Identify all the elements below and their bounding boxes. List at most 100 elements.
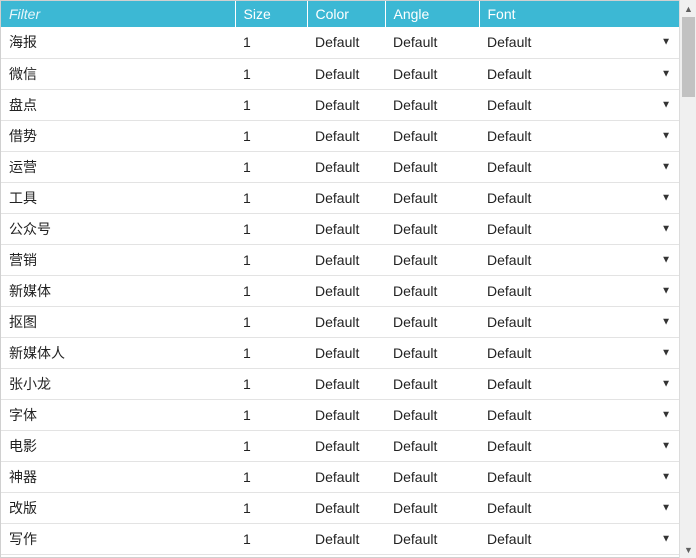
size-cell[interactable]: 1: [235, 368, 307, 399]
table-row[interactable]: 盘点1DefaultDefaultDefault▼: [1, 89, 679, 120]
table-row[interactable]: 工具1DefaultDefaultDefault▼: [1, 182, 679, 213]
term-cell[interactable]: 张小龙: [1, 368, 235, 399]
size-cell[interactable]: 1: [235, 182, 307, 213]
font-cell[interactable]: Default▼: [479, 244, 679, 275]
size-cell[interactable]: 1: [235, 337, 307, 368]
size-cell[interactable]: 1: [235, 492, 307, 523]
font-cell[interactable]: Default▼: [479, 89, 679, 120]
term-cell[interactable]: 海报: [1, 27, 235, 58]
scroll-down-arrow-icon[interactable]: ▼: [680, 541, 696, 558]
term-cell[interactable]: 电影: [1, 430, 235, 461]
angle-cell[interactable]: Default: [385, 492, 479, 523]
color-cell[interactable]: Default: [307, 337, 385, 368]
term-cell[interactable]: 字体: [1, 399, 235, 430]
table-row[interactable]: 微信1DefaultDefaultDefault▼: [1, 58, 679, 89]
chevron-down-icon[interactable]: ▼: [661, 161, 671, 172]
data-grid[interactable]: Size Color Angle Font 海报1DefaultDefaultD…: [0, 0, 679, 558]
size-cell[interactable]: 1: [235, 89, 307, 120]
chevron-down-icon[interactable]: ▼: [661, 316, 671, 327]
chevron-down-icon[interactable]: ▼: [661, 130, 671, 141]
color-cell[interactable]: Default: [307, 523, 385, 554]
size-cell[interactable]: 1: [235, 523, 307, 554]
table-row[interactable]: 改版1DefaultDefaultDefault▼: [1, 492, 679, 523]
size-cell[interactable]: 1: [235, 58, 307, 89]
angle-header[interactable]: Angle: [385, 1, 479, 27]
table-row[interactable]: 运营1DefaultDefaultDefault▼: [1, 151, 679, 182]
table-row[interactable]: 抠图1DefaultDefaultDefault▼: [1, 306, 679, 337]
color-cell[interactable]: Default: [307, 275, 385, 306]
size-cell[interactable]: 1: [235, 244, 307, 275]
font-cell[interactable]: Default▼: [479, 151, 679, 182]
size-cell[interactable]: 1: [235, 275, 307, 306]
angle-cell[interactable]: Default: [385, 461, 479, 492]
color-cell[interactable]: Default: [307, 244, 385, 275]
term-cell[interactable]: 盘点: [1, 89, 235, 120]
font-cell[interactable]: Default▼: [479, 461, 679, 492]
table-row[interactable]: 借势1DefaultDefaultDefault▼: [1, 120, 679, 151]
angle-cell[interactable]: Default: [385, 151, 479, 182]
size-cell[interactable]: 1: [235, 120, 307, 151]
font-cell[interactable]: Default▼: [479, 337, 679, 368]
color-cell[interactable]: Default: [307, 492, 385, 523]
font-cell[interactable]: Default▼: [479, 58, 679, 89]
chevron-down-icon[interactable]: ▼: [661, 68, 671, 79]
angle-cell[interactable]: Default: [385, 58, 479, 89]
angle-cell[interactable]: Default: [385, 337, 479, 368]
color-cell[interactable]: Default: [307, 89, 385, 120]
chevron-down-icon[interactable]: ▼: [661, 223, 671, 234]
font-cell[interactable]: Default▼: [479, 492, 679, 523]
term-cell[interactable]: 借势: [1, 120, 235, 151]
size-cell[interactable]: 1: [235, 430, 307, 461]
vertical-scrollbar[interactable]: ▲ ▼: [679, 0, 696, 558]
angle-cell[interactable]: Default: [385, 244, 479, 275]
scroll-thumb[interactable]: [682, 17, 695, 97]
table-row[interactable]: 张小龙1DefaultDefaultDefault▼: [1, 368, 679, 399]
angle-cell[interactable]: Default: [385, 399, 479, 430]
chevron-down-icon[interactable]: ▼: [661, 502, 671, 513]
angle-cell[interactable]: Default: [385, 27, 479, 58]
chevron-down-icon[interactable]: ▼: [661, 254, 671, 265]
table-row[interactable]: 营销1DefaultDefaultDefault▼: [1, 244, 679, 275]
color-cell[interactable]: Default: [307, 182, 385, 213]
chevron-down-icon[interactable]: ▼: [661, 440, 671, 451]
size-cell[interactable]: 1: [235, 27, 307, 58]
table-row[interactable]: 公众号1DefaultDefaultDefault▼: [1, 213, 679, 244]
angle-cell[interactable]: Default: [385, 120, 479, 151]
size-cell[interactable]: 1: [235, 461, 307, 492]
chevron-down-icon[interactable]: ▼: [661, 378, 671, 389]
table-row[interactable]: 写作1DefaultDefaultDefault▼: [1, 523, 679, 554]
term-cell[interactable]: 运营: [1, 151, 235, 182]
font-cell[interactable]: Default▼: [479, 523, 679, 554]
chevron-down-icon[interactable]: ▼: [661, 285, 671, 296]
size-cell[interactable]: 1: [235, 213, 307, 244]
scroll-up-arrow-icon[interactable]: ▲: [680, 0, 696, 17]
font-header[interactable]: Font: [479, 1, 679, 27]
term-cell[interactable]: 新媒体: [1, 275, 235, 306]
color-cell[interactable]: Default: [307, 27, 385, 58]
angle-cell[interactable]: Default: [385, 182, 479, 213]
term-cell[interactable]: 微信: [1, 58, 235, 89]
filter-header[interactable]: [1, 1, 235, 27]
angle-cell[interactable]: Default: [385, 275, 479, 306]
chevron-down-icon[interactable]: ▼: [661, 471, 671, 482]
font-cell[interactable]: Default▼: [479, 399, 679, 430]
term-cell[interactable]: 神器: [1, 461, 235, 492]
chevron-down-icon[interactable]: ▼: [661, 37, 671, 48]
color-cell[interactable]: Default: [307, 430, 385, 461]
font-cell[interactable]: Default▼: [479, 306, 679, 337]
color-cell[interactable]: Default: [307, 461, 385, 492]
chevron-down-icon[interactable]: ▼: [661, 533, 671, 544]
color-cell[interactable]: Default: [307, 58, 385, 89]
term-cell[interactable]: 新媒体人: [1, 337, 235, 368]
table-row[interactable]: 电影1DefaultDefaultDefault▼: [1, 430, 679, 461]
term-cell[interactable]: 改版: [1, 492, 235, 523]
filter-input[interactable]: [9, 6, 227, 22]
size-cell[interactable]: 1: [235, 306, 307, 337]
table-row[interactable]: 海报1DefaultDefaultDefault▼: [1, 27, 679, 58]
size-cell[interactable]: 1: [235, 151, 307, 182]
font-cell[interactable]: Default▼: [479, 213, 679, 244]
angle-cell[interactable]: Default: [385, 368, 479, 399]
term-cell[interactable]: 写作: [1, 523, 235, 554]
chevron-down-icon[interactable]: ▼: [661, 192, 671, 203]
font-cell[interactable]: Default▼: [479, 368, 679, 399]
